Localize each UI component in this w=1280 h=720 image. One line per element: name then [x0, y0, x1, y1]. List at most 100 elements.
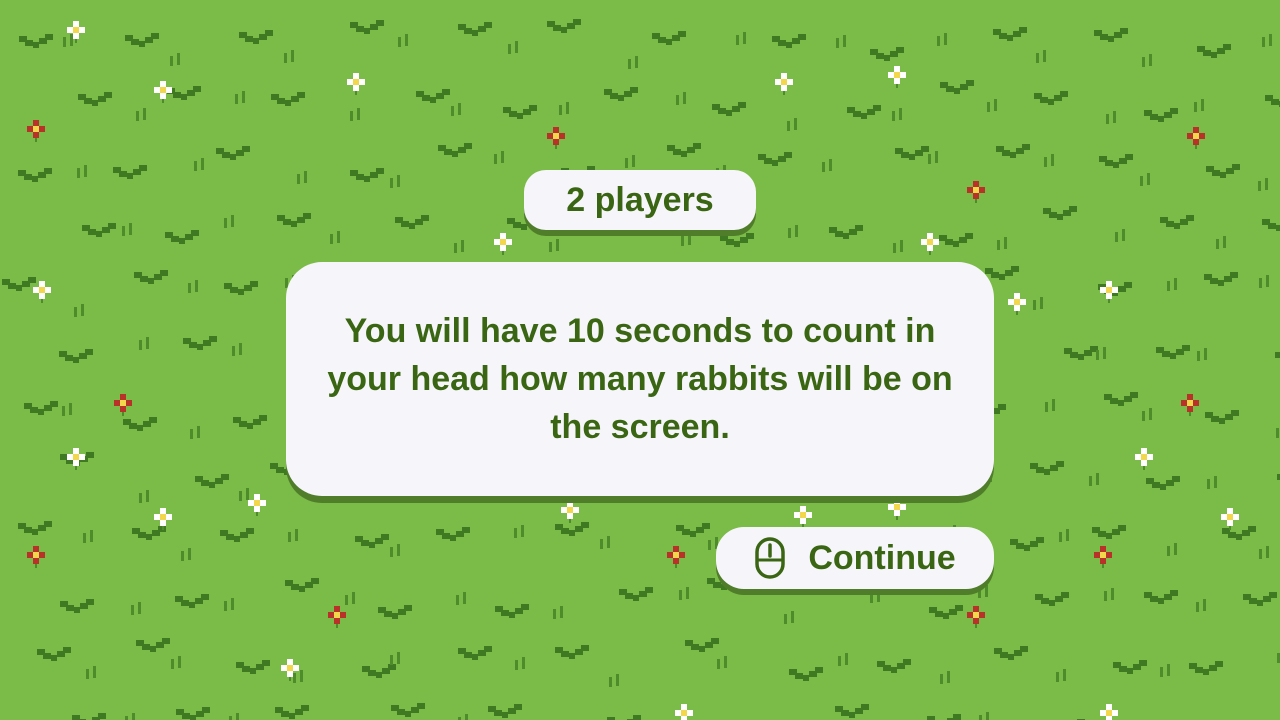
grass-sprout	[838, 653, 848, 666]
grass-sprout	[63, 34, 73, 47]
grass-sprout	[628, 56, 638, 69]
grass-sprout	[194, 158, 204, 171]
red-flower	[27, 120, 45, 142]
grass-sprout	[609, 674, 619, 687]
grass-sprout	[62, 403, 72, 416]
grass-sprout	[1196, 599, 1206, 612]
grass-sprout	[229, 713, 239, 720]
grass-leaf	[870, 47, 904, 61]
white-flower	[794, 506, 812, 528]
white-flower	[1221, 508, 1239, 530]
grass-leaf	[59, 349, 93, 363]
red-flower	[667, 546, 685, 568]
grass-leaf	[619, 587, 653, 601]
grass-sprout	[86, 666, 96, 679]
red-flower	[27, 546, 45, 568]
grass-leaf	[113, 165, 147, 179]
grass-sprout	[1167, 278, 1177, 291]
grass-leaf	[1197, 44, 1231, 58]
grass-sprout	[553, 606, 563, 619]
players-count-label: 2 players	[566, 180, 714, 219]
grass-leaf	[416, 89, 450, 103]
grass-sprout	[514, 525, 524, 538]
grass-leaf	[1189, 661, 1223, 675]
grass-leaf	[1104, 392, 1138, 406]
grass-sprout	[297, 171, 307, 184]
grass-sprout	[928, 151, 938, 164]
grass-leaf	[277, 213, 311, 227]
grass-sprout	[893, 240, 903, 253]
grass-leaf	[895, 146, 929, 160]
grass-sprout	[1036, 50, 1046, 63]
grass-leaf	[132, 526, 166, 540]
red-flower	[114, 394, 132, 416]
grass-leaf	[271, 92, 305, 106]
grass-leaf	[19, 34, 53, 48]
grass-leaf	[1064, 346, 1098, 360]
grass-leaf	[175, 594, 209, 608]
grass-sprout	[170, 53, 180, 66]
grass-leaf	[123, 417, 157, 431]
grass-sprout	[515, 657, 525, 670]
grass-leaf	[547, 19, 581, 33]
grass-leaf	[985, 266, 1019, 280]
grass-sprout	[1262, 34, 1272, 47]
grass-leaf	[236, 660, 270, 674]
grass-sprout	[822, 159, 832, 172]
grass-sprout	[870, 590, 880, 603]
grass-sprout	[681, 233, 691, 246]
grass-leaf	[495, 604, 529, 618]
red-flower	[967, 606, 985, 628]
white-flower	[347, 73, 365, 95]
grass-sprout	[235, 91, 245, 104]
grass-sprout	[1115, 229, 1125, 242]
grass-leaf	[720, 233, 754, 247]
players-count-badge: 2 players	[524, 170, 756, 230]
grass-leaf	[927, 714, 961, 720]
grass-sprout	[284, 50, 294, 63]
grass-leaf	[555, 645, 589, 659]
grass-sprout	[239, 488, 249, 501]
continue-button[interactable]: Continue	[716, 527, 994, 589]
grass-leaf	[395, 215, 429, 229]
grass-sprout	[736, 32, 746, 45]
white-flower	[67, 448, 85, 470]
red-flower	[1094, 546, 1112, 568]
grass-sprout	[997, 237, 1007, 250]
grass-leaf	[2, 277, 36, 291]
red-flower	[967, 181, 985, 203]
white-flower	[154, 508, 172, 530]
grass-leaf	[78, 92, 112, 106]
grass-leaf	[772, 34, 806, 48]
grass-sprout	[232, 343, 242, 356]
grass-leaf	[607, 715, 641, 720]
grass-leaf	[24, 401, 58, 415]
grass-leaf	[167, 86, 201, 100]
grass-sprout	[330, 231, 340, 244]
red-flower	[1181, 394, 1199, 416]
mouse-icon	[755, 537, 786, 579]
grass-sprout	[122, 223, 132, 236]
grass-leaf	[176, 707, 210, 720]
grass-sprout	[1216, 236, 1226, 249]
grass-sprout	[188, 280, 198, 293]
grass-leaf	[667, 143, 701, 157]
grass-leaf	[1034, 91, 1068, 105]
grass-leaf	[1160, 215, 1194, 229]
grass-leaf	[676, 523, 710, 537]
grass-sprout	[559, 102, 569, 115]
grass-sprout	[937, 33, 947, 46]
grass-sprout	[451, 103, 461, 116]
grass-sprout	[940, 671, 950, 684]
grass-leaf	[438, 143, 472, 157]
grass-sprout	[74, 304, 84, 317]
grass-sprout	[1207, 476, 1217, 489]
grass-sprout	[293, 670, 303, 683]
grass-sprout	[1259, 546, 1269, 559]
grass-sprout	[350, 108, 360, 121]
grass-leaf	[233, 415, 267, 429]
grass-sprout	[1056, 669, 1066, 682]
grass-sprout	[836, 35, 846, 48]
white-flower	[675, 704, 693, 720]
grass-sprout	[1044, 154, 1054, 167]
